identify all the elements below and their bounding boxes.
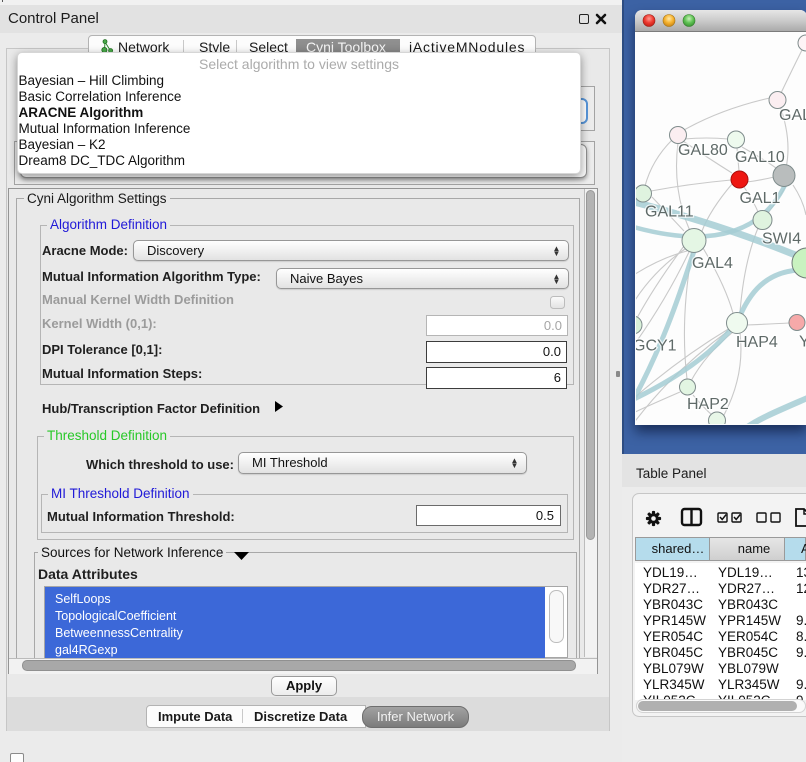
svg-text:GAL2: GAL2 bbox=[779, 107, 806, 124]
svg-text:GAL1: GAL1 bbox=[740, 190, 781, 207]
svg-text:GAL80: GAL80 bbox=[678, 142, 728, 159]
svg-text:YER: YER bbox=[799, 334, 806, 351]
svg-text:SWI4: SWI4 bbox=[762, 231, 801, 248]
svg-text:GAL10: GAL10 bbox=[735, 149, 785, 166]
svg-text:HAP4: HAP4 bbox=[736, 334, 778, 351]
svg-text:HAP2: HAP2 bbox=[687, 396, 729, 413]
svg-text:GAL11: GAL11 bbox=[645, 204, 694, 221]
svg-text:GCY1: GCY1 bbox=[636, 338, 677, 355]
svg-text:GAL4: GAL4 bbox=[692, 255, 733, 272]
